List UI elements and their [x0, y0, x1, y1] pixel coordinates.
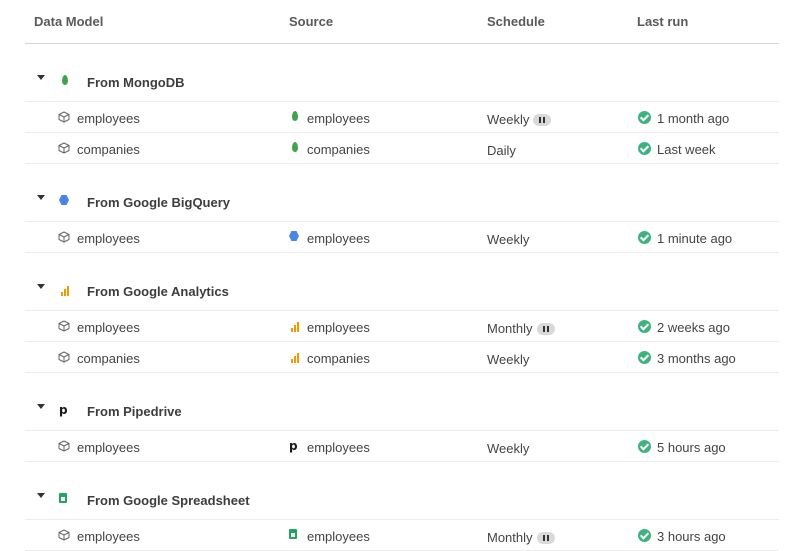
- data-model-cube-icon: [58, 440, 70, 452]
- schedule-cell: Weekly: [487, 352, 529, 367]
- model-name[interactable]: employees: [77, 440, 140, 455]
- data-model-cube-icon: [58, 351, 70, 363]
- column-header-source[interactable]: Source: [289, 14, 333, 29]
- group-title: From Google Analytics: [87, 284, 229, 299]
- model-name[interactable]: employees: [77, 529, 140, 544]
- column-header-data-model[interactable]: Data Model: [34, 14, 103, 29]
- model-name[interactable]: employees: [77, 111, 140, 126]
- pipedrive-icon: p: [59, 403, 68, 417]
- model-name[interactable]: employees: [77, 320, 140, 335]
- table-row[interactable]: employees employees Weekly 1 minute ago: [25, 222, 779, 253]
- table-row[interactable]: employees employees Weekly 1 month ago: [25, 102, 779, 133]
- schedule-cell: Weekly: [487, 441, 529, 456]
- group-header[interactable]: From Google Spreadsheet: [25, 475, 779, 520]
- group-title: From MongoDB: [87, 75, 185, 90]
- success-check-icon: [638, 111, 651, 124]
- group-header[interactable]: From MongoDB: [25, 57, 779, 102]
- groups-container: From MongoDB employees employees Weekly 1 mo…: [25, 44, 779, 551]
- table-header: Data Model Source Schedule Last run: [25, 0, 779, 44]
- source-name: companies: [307, 142, 370, 157]
- column-header-schedule[interactable]: Schedule: [487, 14, 545, 29]
- source-name: employees: [307, 111, 370, 126]
- success-check-icon: [638, 231, 651, 244]
- table-row[interactable]: companies companies Weekly 3 months ago: [25, 342, 779, 373]
- table-row[interactable]: companies companies Daily Last week: [25, 133, 779, 164]
- schedule-cell: Weekly: [487, 112, 552, 127]
- paused-badge-icon: [536, 322, 555, 335]
- last-run-text: 3 hours ago: [657, 529, 726, 544]
- schedule-cell: Weekly: [487, 232, 529, 247]
- schedule-text: Monthly: [487, 321, 533, 336]
- schedule-text: Weekly: [487, 441, 530, 456]
- table-row[interactable]: employees employees Monthly 2 weeks ago: [25, 311, 779, 342]
- column-header-last-run[interactable]: Last run: [637, 14, 688, 29]
- success-check-icon: [638, 351, 651, 364]
- last-run-text: 2 weeks ago: [657, 320, 730, 335]
- mongodb-icon: [62, 75, 68, 85]
- bigquery-icon: [289, 231, 299, 241]
- last-run-text: 3 months ago: [657, 351, 736, 366]
- collapse-caret-icon[interactable]: [37, 284, 45, 289]
- collapse-caret-icon[interactable]: [37, 493, 45, 498]
- success-check-icon: [638, 142, 651, 155]
- google-sheets-icon: [59, 493, 67, 503]
- collapse-caret-icon[interactable]: [37, 195, 45, 200]
- collapse-caret-icon[interactable]: [37, 404, 45, 409]
- google-analytics-icon: [289, 351, 301, 363]
- schedule-text: Weekly: [487, 112, 530, 127]
- paused-badge-icon: [536, 531, 555, 544]
- pipedrive-icon: p: [289, 439, 298, 453]
- bigquery-icon: [59, 195, 69, 205]
- last-run-text: 5 hours ago: [657, 440, 726, 455]
- schedule-text: Weekly: [487, 352, 530, 367]
- data-model-cube-icon: [58, 529, 70, 541]
- source-name: employees: [307, 440, 370, 455]
- source-name: employees: [307, 529, 370, 544]
- table-row[interactable]: employees employees Monthly 3 hours ago: [25, 520, 779, 551]
- schedule-text: Monthly: [487, 530, 533, 545]
- data-model-cube-icon: [58, 320, 70, 332]
- mongodb-icon: [292, 111, 298, 121]
- schedule-cell: Monthly: [487, 321, 555, 336]
- source-name: employees: [307, 320, 370, 335]
- google-sheets-icon: [289, 529, 297, 539]
- success-check-icon: [638, 440, 651, 453]
- schedule-cell: Daily: [487, 143, 516, 158]
- model-name[interactable]: companies: [77, 351, 140, 366]
- group-header[interactable]: From Google Analytics: [25, 266, 779, 311]
- schedule-text: Daily: [487, 143, 516, 158]
- google-analytics-icon: [289, 320, 301, 332]
- schedule-text: Weekly: [487, 232, 530, 247]
- schedule-cell: Monthly: [487, 530, 555, 545]
- table-row[interactable]: employees p employees Weekly 5 hours ago: [25, 431, 779, 462]
- source-name: companies: [307, 351, 370, 366]
- group-title: From Google Spreadsheet: [87, 493, 250, 508]
- source-name: employees: [307, 231, 370, 246]
- model-name[interactable]: companies: [77, 142, 140, 157]
- data-model-cube-icon: [58, 111, 70, 123]
- group-title: From Google BigQuery: [87, 195, 231, 210]
- data-model-cube-icon: [58, 231, 70, 243]
- model-name[interactable]: employees: [77, 231, 140, 246]
- success-check-icon: [638, 529, 651, 542]
- google-analytics-icon: [59, 284, 71, 296]
- group-header[interactable]: p From Pipedrive: [25, 386, 779, 431]
- data-model-cube-icon: [58, 142, 70, 154]
- collapse-caret-icon[interactable]: [37, 75, 45, 80]
- last-run-text: Last week: [657, 142, 716, 157]
- last-run-text: 1 minute ago: [657, 231, 733, 246]
- last-run-text: 1 month ago: [657, 111, 730, 126]
- mongodb-icon: [292, 142, 298, 152]
- data-models-table: Data Model Source Schedule Last run From…: [25, 0, 779, 551]
- paused-badge-icon: [533, 113, 552, 126]
- group-title: From Pipedrive: [87, 404, 182, 419]
- group-header[interactable]: From Google BigQuery: [25, 177, 779, 222]
- success-check-icon: [638, 320, 651, 333]
